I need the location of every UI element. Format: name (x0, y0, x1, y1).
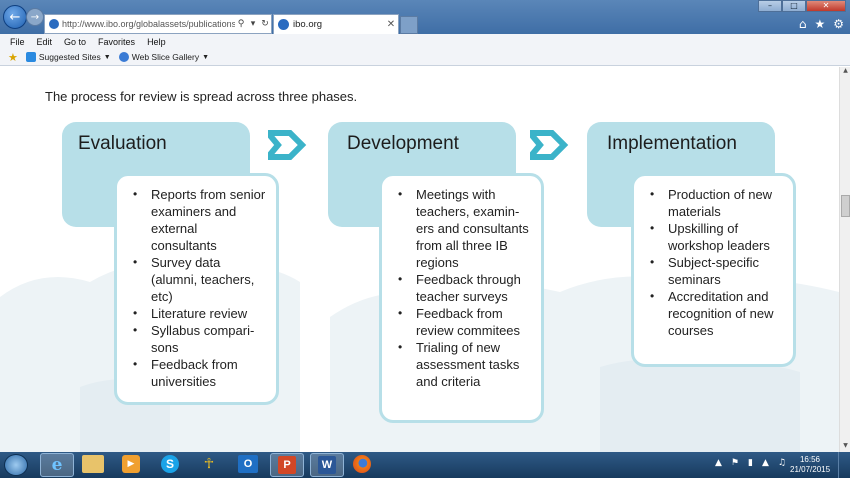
menu-bar: File Edit Go to Favorites Help (0, 34, 850, 49)
word-icon[interactable]: W (310, 453, 344, 477)
menu-goto[interactable]: Go to (64, 37, 86, 47)
phase-implementation-list: Production of new materials Upskilling o… (631, 173, 796, 367)
browser-title-bar: ← → http://www.ibo.org/globalassets/publ… (0, 0, 850, 34)
refresh-icon[interactable]: ↻ (259, 19, 271, 29)
phase-title: Evaluation (78, 133, 167, 154)
address-bar[interactable]: http://www.ibo.org/globalassets/publicat… (44, 14, 272, 34)
back-arrow-icon: ← (9, 9, 21, 25)
phase-evaluation-list: Reports from senior examiners and extern… (114, 173, 279, 405)
forward-arrow-icon: → (30, 11, 40, 23)
close-window-button[interactable]: ✕ (806, 0, 846, 12)
taskbar: e ▶ S ☥ O P W ▲ ⚑ ▮ ▲ ♫ 16:56 21/07/2015 (0, 452, 850, 478)
list-item: Survey data (alumni, teachers, etc) (127, 254, 266, 305)
outlook-icon[interactable]: O (238, 455, 258, 473)
powerpoint-icon[interactable]: P (270, 453, 304, 477)
list-item: Feedback from universities (127, 356, 266, 390)
window-controls: – □ ✕ (758, 0, 846, 12)
ie-page-icon (49, 19, 59, 29)
home-icon[interactable]: ⌂ (799, 17, 807, 31)
ie-tab-icon (278, 19, 289, 30)
menu-help[interactable]: Help (147, 37, 166, 47)
chevron-down-icon: ▼ (103, 53, 111, 61)
web-slice-gallery-link[interactable]: Web Slice Gallery ▼ (118, 52, 210, 62)
list-item: Meetings with teachers, examin­ers and c… (392, 186, 531, 271)
list-item: Trialing of new assessment tasks and cri… (392, 339, 531, 390)
start-button[interactable] (4, 454, 28, 476)
minimize-button[interactable]: – (758, 0, 782, 12)
search-icon[interactable]: ⚲ (235, 19, 247, 29)
list-item: Syllabus compari­sons (127, 322, 266, 356)
tab-title: ibo.org (293, 19, 323, 30)
favorites-icon[interactable]: ★ (8, 51, 18, 64)
list-item: Production of new materials (644, 186, 783, 220)
clock-date: 21/07/2015 (790, 465, 831, 474)
battery-icon[interactable]: ▮ (748, 458, 753, 468)
phase-title: Development (347, 133, 459, 154)
close-tab-icon[interactable]: ✕ (384, 19, 398, 30)
suggested-sites-icon (25, 52, 36, 62)
flag-icon[interactable]: ⚑ (731, 458, 739, 468)
page-viewport: The process for review is spread across … (0, 67, 839, 452)
network-icon[interactable]: ☥ (200, 454, 218, 474)
system-tray: ▲ ⚑ ▮ ▲ ♫ (715, 458, 786, 468)
url-text[interactable]: http://www.ibo.org/globalassets/publicat… (59, 19, 235, 29)
arrow-right-icon (530, 130, 569, 160)
tab-ibo[interactable]: ibo.org ✕ (273, 14, 399, 34)
suggested-sites-link[interactable]: Suggested Sites ▼ (25, 52, 111, 62)
clock[interactable]: 16:56 21/07/2015 (790, 455, 830, 475)
media-player-icon[interactable]: ▶ (122, 455, 140, 473)
ie-icon[interactable]: e (40, 453, 74, 477)
forward-button[interactable]: → (26, 8, 44, 26)
menu-favorites[interactable]: Favorites (98, 37, 135, 47)
list-item: Accreditation and recognition of new cou… (644, 288, 783, 339)
firefox-icon[interactable] (353, 455, 371, 473)
list-item: Reports from senior examiners and extern… (127, 186, 266, 254)
signal-icon[interactable]: ▲ (762, 458, 769, 468)
list-item: Subject-specific seminars (644, 254, 783, 288)
list-item: Feedback through teacher surveys (392, 271, 531, 305)
scroll-down-icon[interactable]: ▼ (840, 442, 850, 452)
dropdown-icon[interactable]: ▾ (247, 19, 259, 29)
web-slice-icon (118, 52, 129, 62)
phase-development-list: Meetings with teachers, examin­ers and c… (379, 173, 544, 423)
favorites-star-icon[interactable]: ★ (814, 17, 825, 31)
chevron-down-icon: ▼ (202, 53, 210, 61)
menu-file[interactable]: File (10, 37, 25, 47)
list-item: Literature review (127, 305, 266, 322)
volume-icon[interactable]: ♫ (778, 458, 786, 468)
back-button[interactable]: ← (3, 5, 27, 29)
scroll-up-icon[interactable]: ▲ (840, 67, 850, 77)
suggested-sites-label: Suggested Sites (38, 52, 101, 62)
vertical-scrollbar[interactable]: ▲ ▼ (839, 67, 850, 452)
skype-icon[interactable]: S (161, 455, 179, 473)
list-item: Upskilling of workshop leaders (644, 220, 783, 254)
new-tab-button[interactable] (400, 16, 418, 34)
show-hidden-icons-icon[interactable]: ▲ (715, 458, 722, 468)
phase-title: Implementation (607, 133, 737, 154)
arrow-right-icon (268, 130, 307, 160)
show-desktop-button[interactable] (838, 452, 850, 478)
favorites-bar: ★ Suggested Sites ▼ Web Slice Gallery ▼ (0, 49, 850, 66)
clock-time: 16:56 (799, 455, 821, 464)
settings-gear-icon[interactable]: ⚙ (833, 17, 844, 31)
scrollbar-thumb[interactable] (841, 195, 850, 217)
intro-text: The process for review is spread across … (45, 89, 358, 104)
menu-edit[interactable]: Edit (37, 37, 53, 47)
browser-toolbar-icons: ⌂ ★ ⚙ (799, 17, 844, 31)
web-slice-gallery-label: Web Slice Gallery (131, 52, 200, 62)
maximize-button[interactable]: □ (782, 0, 806, 12)
file-explorer-icon[interactable] (82, 455, 104, 473)
list-item: Feedback from review commi­tees (392, 305, 531, 339)
